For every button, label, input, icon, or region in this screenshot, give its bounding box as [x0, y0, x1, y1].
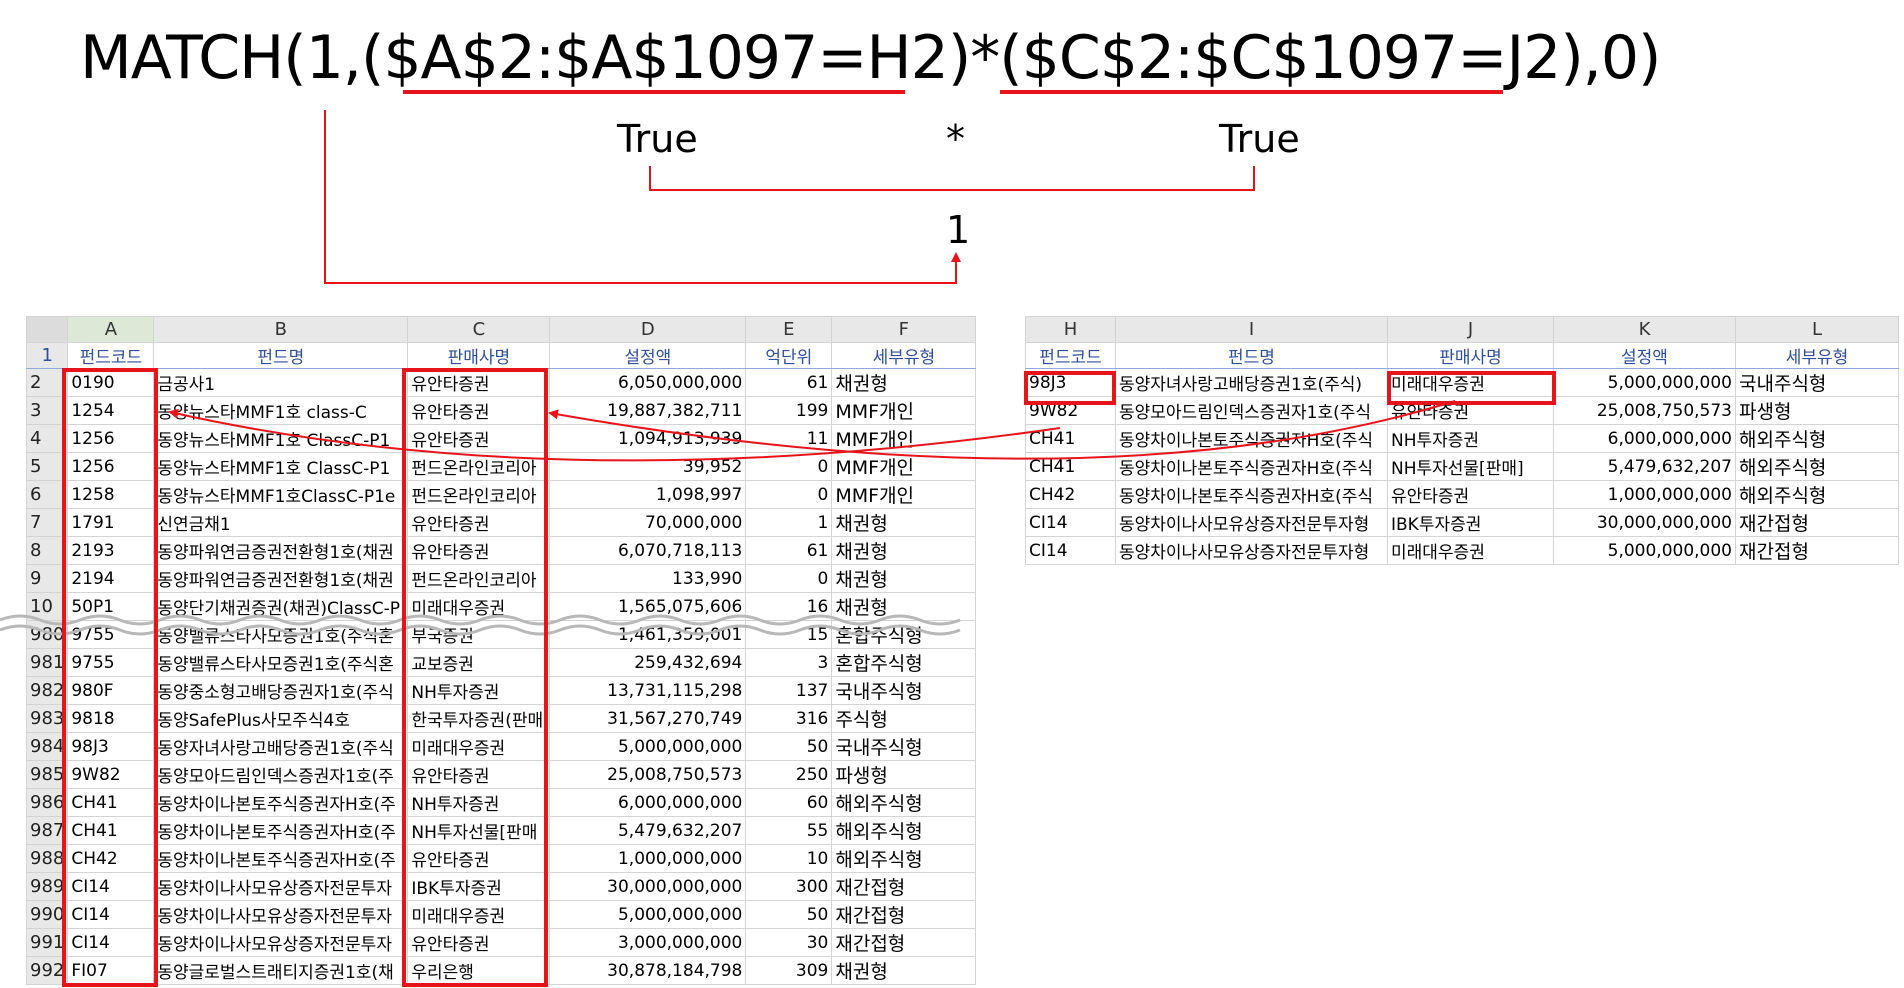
result-arrow: [324, 110, 961, 284]
cell-h2-highlight: [1024, 371, 1116, 405]
sheet-break-mark: [0, 614, 961, 626]
sheet-break-mark-2: [0, 624, 961, 636]
column-a-highlight: [62, 368, 158, 987]
j2-to-column-c-arrow: [548, 400, 1456, 460]
annotation-overlay: [0, 90, 1556, 987]
h2-to-column-a-arrow: [168, 408, 1061, 462]
cell-j2-highlight: [1387, 371, 1556, 405]
true-bracket: [649, 166, 1255, 191]
column-c-highlight: [402, 368, 548, 987]
